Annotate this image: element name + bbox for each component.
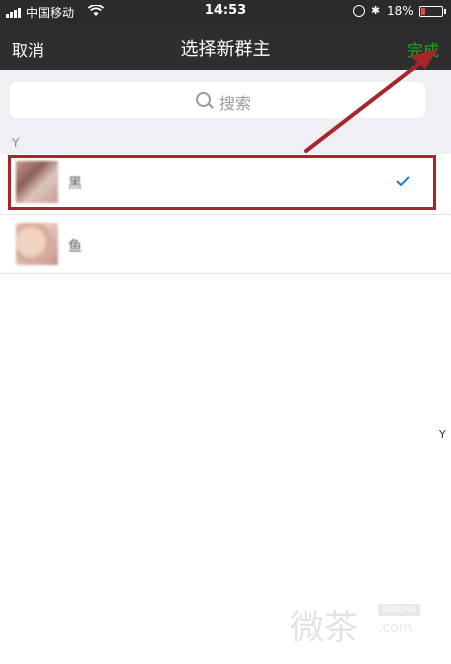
search-icon <box>196 92 211 107</box>
highlight-annotation <box>8 155 436 210</box>
bluetooth-icon: ✱ <box>371 4 381 17</box>
search-area: 搜索 <box>0 70 451 132</box>
watermark-text: 微茶 <box>290 608 358 648</box>
search-input[interactable]: 搜索 <box>10 82 425 118</box>
member-row[interactable]: 鱼 <box>0 214 451 274</box>
done-button[interactable]: 完成 <box>407 37 439 61</box>
battery-level-fill <box>421 8 425 15</box>
battery-percent: 18% <box>387 4 414 18</box>
watermark-logo: 微茶 WXCHA .com <box>290 600 440 650</box>
section-header: Y <box>0 132 451 154</box>
index-letter[interactable]: Y <box>439 428 446 441</box>
search-placeholder: 搜索 <box>219 94 252 113</box>
page-title: 选择新群主 <box>180 39 271 60</box>
section-letter: Y <box>12 136 20 150</box>
status-time: 14:53 <box>204 3 247 18</box>
navigation-bar: 取消 选择新群主 完成 <box>0 24 451 70</box>
rotation-lock-icon <box>353 5 365 17</box>
watermark-badge: WXCHA <box>378 604 420 616</box>
member-name: 鱼 <box>68 239 83 255</box>
avatar <box>16 223 58 265</box>
battery-icon <box>419 6 446 17</box>
watermark-url: .com <box>378 620 413 636</box>
status-bar: 中国移动 14:53 ✱ 18% <box>0 0 451 24</box>
